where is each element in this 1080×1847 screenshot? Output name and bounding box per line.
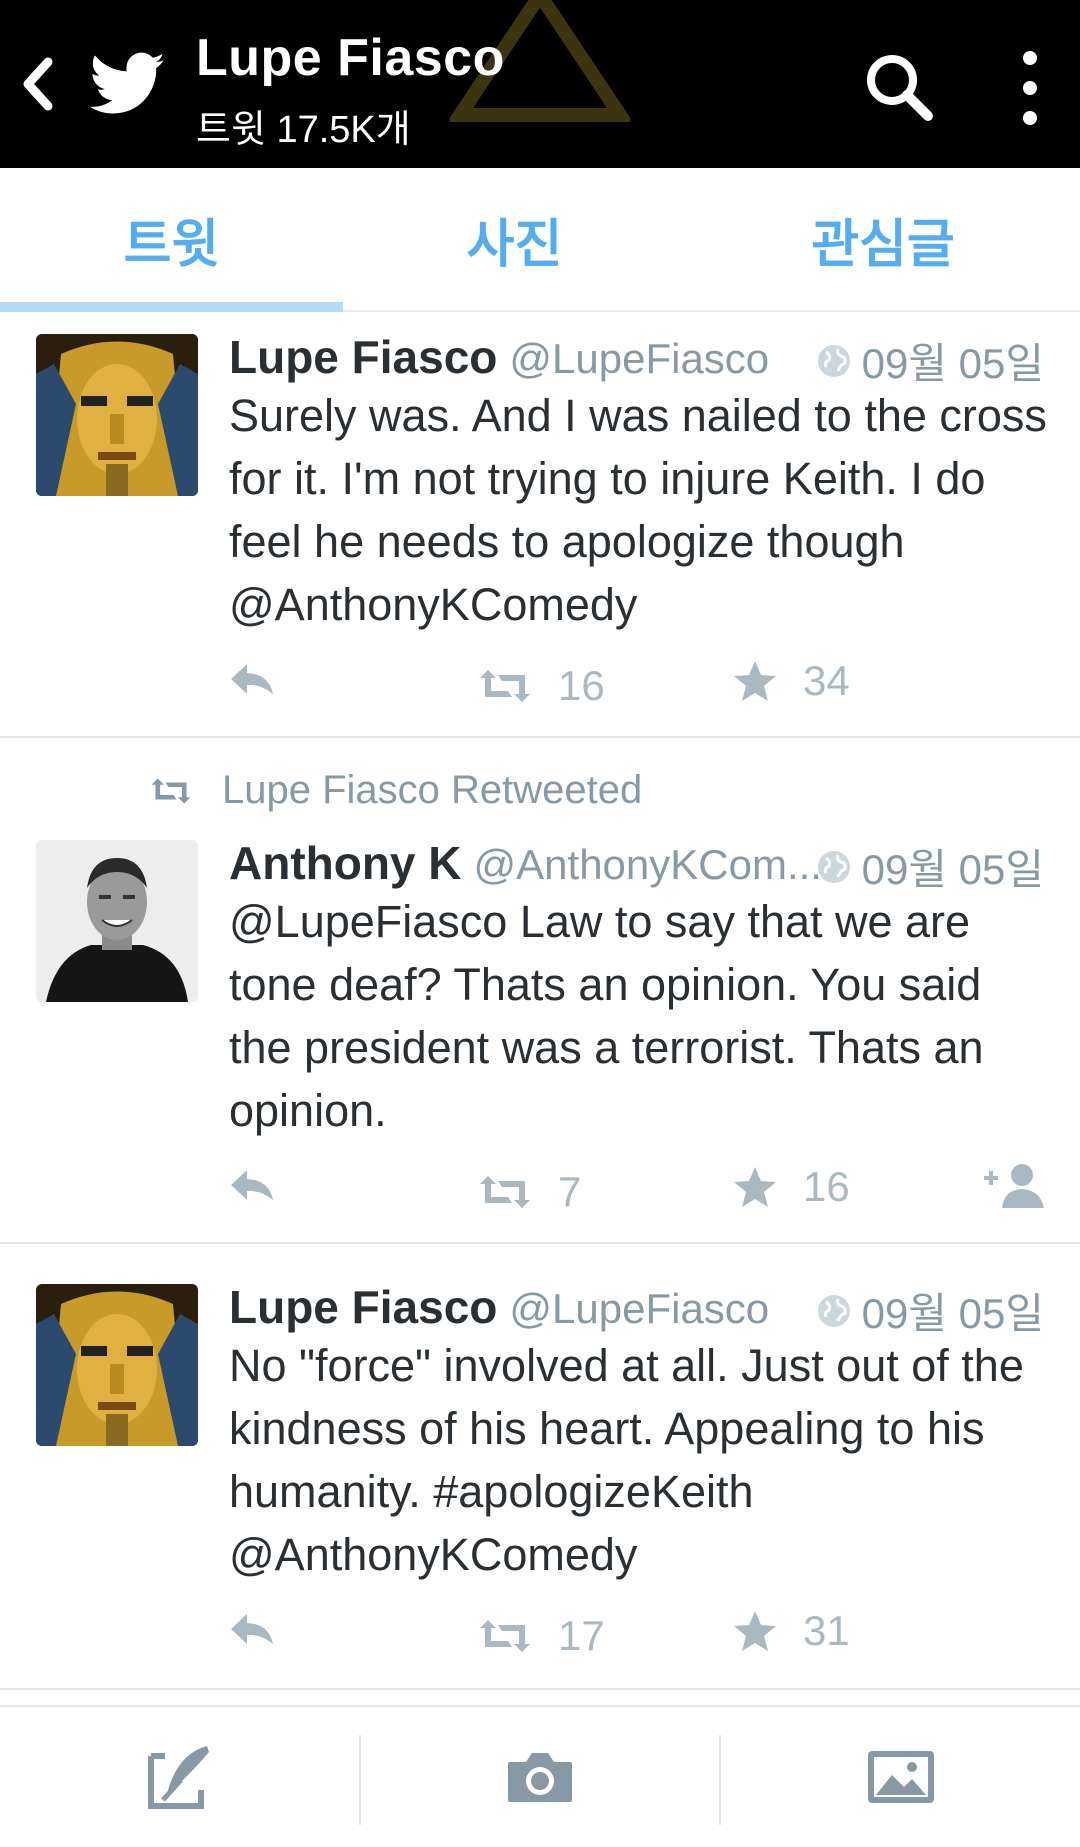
avatar[interactable] <box>36 334 198 496</box>
globe-icon <box>817 850 850 883</box>
tweet-date: 09월 05일 <box>861 846 1044 893</box>
author-handle[interactable]: @AnthonyKCom... <box>474 841 822 888</box>
tweet-item[interactable]: Lupe Fiasco @LupeFiasco 09월 05일 No "force… <box>0 1244 1080 1690</box>
reply-icon <box>231 1170 273 1200</box>
tweet-header: Anthony K @AnthonyKCom... 09월 05일 <box>229 836 1044 893</box>
favorite-button[interactable]: 31 <box>733 1607 850 1655</box>
favorite-count: 31 <box>803 1607 850 1654</box>
retweet-icon <box>480 1176 530 1208</box>
image-icon <box>867 1751 934 1803</box>
search-icon[interactable] <box>860 48 940 128</box>
top-app-bar: Lupe Fiasco 트윗 17.5K개 <box>0 0 1080 168</box>
selected-tab-indicator <box>0 302 343 312</box>
star-icon <box>734 661 776 701</box>
tab-tweets[interactable]: 트윗 <box>0 168 343 310</box>
page-title: Lupe Fiasco <box>196 29 505 87</box>
favorite-count: 16 <box>803 1163 850 1210</box>
tweet-item[interactable]: Lupe Fiasco Retweeted Anthony K @AnthonyK… <box>0 738 1080 1244</box>
author-name[interactable]: Lupe Fiasco <box>229 1281 497 1333</box>
star-icon <box>734 1167 776 1207</box>
retweet-count: 7 <box>558 1168 582 1215</box>
avatar[interactable] <box>36 840 198 1002</box>
retweet-icon <box>480 670 530 702</box>
reply-button[interactable] <box>229 1168 275 1202</box>
star-icon <box>734 1611 776 1651</box>
globe-icon <box>817 1294 850 1327</box>
tweet-date: 09월 05일 <box>861 340 1044 387</box>
tweet-header: Lupe Fiasco @LupeFiasco 09월 05일 <box>229 1280 1044 1337</box>
globe-icon <box>817 344 850 377</box>
gallery-button[interactable] <box>721 1707 1080 1847</box>
retweet-context: Lupe Fiasco Retweeted <box>150 768 642 813</box>
retweet-icon <box>151 778 191 803</box>
author-name[interactable]: Lupe Fiasco <box>229 331 497 383</box>
retweet-icon <box>480 1620 530 1652</box>
camera-icon <box>508 1753 572 1802</box>
tab-photos[interactable]: 사진 <box>343 168 686 310</box>
favorite-count: 34 <box>803 657 850 704</box>
retweet-button[interactable]: 7 <box>478 1168 581 1216</box>
author-handle[interactable]: @LupeFiasco <box>509 1285 769 1332</box>
retweet-button[interactable]: 16 <box>478 662 605 710</box>
retweeted-by-label: Lupe Fiasco Retweeted <box>222 768 643 812</box>
more-vertical-icon[interactable] <box>1010 48 1050 128</box>
retweet-count: 17 <box>558 1612 605 1659</box>
follow-button[interactable] <box>982 1162 1046 1208</box>
tweet-text: Surely was. And I was nailed to the cros… <box>229 390 1047 630</box>
tweet-time: 09월 05일 <box>816 1280 1044 1341</box>
compose-button[interactable] <box>0 1707 359 1847</box>
retweet-button[interactable]: 17 <box>478 1612 605 1660</box>
reply-button[interactable] <box>229 662 275 696</box>
favorite-button[interactable]: 16 <box>733 1163 850 1211</box>
tweet-time: 09월 05일 <box>816 330 1044 391</box>
retweet-count: 16 <box>558 662 605 709</box>
tab-favorites[interactable]: 관심글 <box>686 168 1080 310</box>
tweet-text: No "force" involved at all. Just out of … <box>229 1340 1024 1580</box>
favorite-button[interactable]: 34 <box>733 657 850 705</box>
profile-tabs: 트윗 사진 관심글 <box>0 168 1080 312</box>
author-name[interactable]: Anthony K <box>229 837 462 889</box>
compose-icon <box>147 1746 209 1809</box>
tweet-date: 09월 05일 <box>861 1290 1044 1337</box>
tweet-header: Lupe Fiasco @LupeFiasco 09월 05일 <box>229 330 1044 387</box>
bottom-action-bar <box>0 1705 1080 1847</box>
tweet-count: 트윗 17.5K개 <box>196 109 411 151</box>
tweet-time: 09월 05일 <box>816 836 1044 897</box>
camera-button[interactable] <box>361 1707 719 1847</box>
add-user-icon <box>984 1164 1044 1208</box>
tweet-text: @LupeFiasco Law to say that we are tone … <box>229 896 984 1136</box>
chevron-left-icon[interactable] <box>18 54 58 114</box>
reply-icon <box>231 1614 273 1644</box>
tweet-item[interactable]: Lupe Fiasco @LupeFiasco 09월 05일 Surely wa… <box>0 312 1080 738</box>
author-handle[interactable]: @LupeFiasco <box>509 335 769 382</box>
reply-button[interactable] <box>229 1612 275 1646</box>
twitter-bird-icon[interactable] <box>90 52 166 116</box>
avatar[interactable] <box>36 1284 198 1446</box>
reply-icon <box>231 664 273 694</box>
